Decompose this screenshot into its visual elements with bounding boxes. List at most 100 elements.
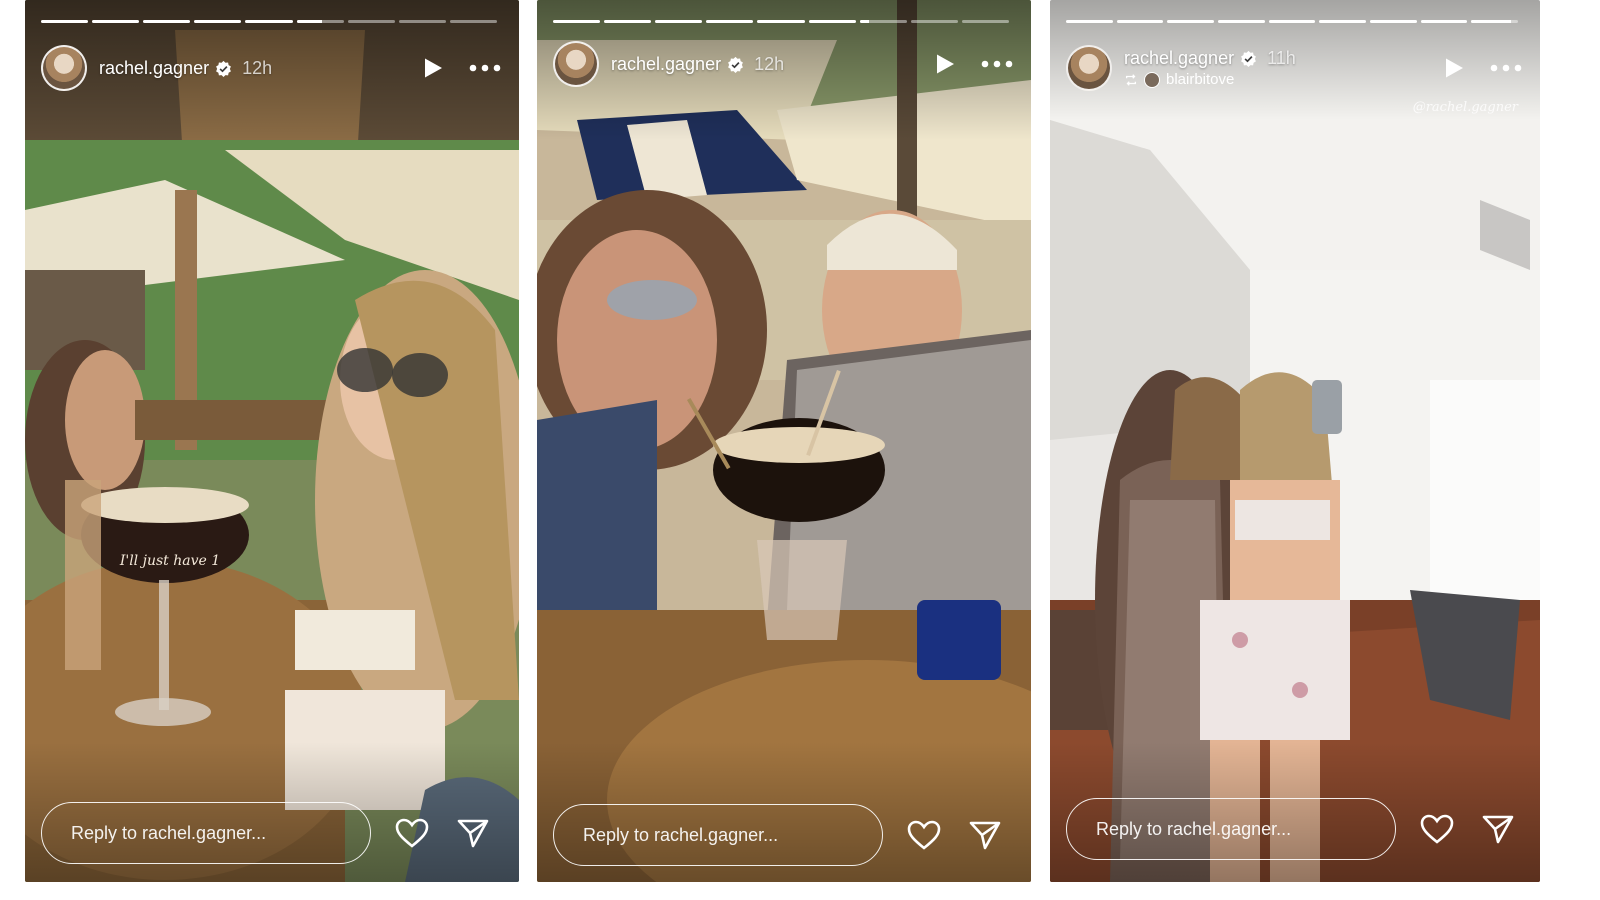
progress-fill (245, 20, 293, 23)
progress-segment (706, 20, 754, 23)
progress-segment (347, 20, 395, 23)
progress-fill (1370, 20, 1417, 23)
story-footer: Reply to rachel.gagner... (1066, 798, 1522, 860)
progress-segment (245, 20, 293, 23)
progress-fill (553, 20, 601, 23)
post-time: 12h (754, 53, 785, 74)
footer-actions (1420, 814, 1514, 844)
reply-input[interactable]: Reply to rachel.gagner... (41, 802, 371, 864)
header-controls (1444, 57, 1522, 79)
more-icon[interactable] (1490, 64, 1522, 72)
verified-badge-icon (1241, 50, 1256, 67)
post-time: 11h (1267, 48, 1296, 68)
repost-username: blairbitove (1166, 71, 1235, 88)
heart-icon[interactable] (907, 820, 941, 850)
story-card-1[interactable]: I'll just have 1 rachel.gagner 12h Reply… (25, 0, 519, 882)
progress-segment (398, 20, 446, 23)
story-card-3[interactable]: @rachel.gagner rachel.gagner 11h blairbi… (1050, 0, 1540, 882)
progress-segment (859, 20, 907, 23)
progress-segment (757, 20, 805, 23)
header-controls (423, 57, 501, 79)
avatar[interactable] (41, 45, 87, 91)
avatar[interactable] (553, 41, 599, 87)
send-icon[interactable] (457, 818, 489, 848)
play-icon[interactable] (423, 57, 443, 79)
progress-segment (1268, 20, 1316, 23)
progress-segment (655, 20, 703, 23)
progress-segment (1370, 20, 1417, 23)
verified-badge-icon (728, 56, 743, 73)
user-info: rachel.gagner 12h (611, 54, 784, 75)
drink-caption: I'll just have 1 (119, 553, 221, 569)
username[interactable]: rachel.gagner (99, 58, 209, 79)
play-icon[interactable] (1444, 57, 1464, 79)
progress-fill (1066, 20, 1113, 23)
progress-segment (449, 20, 497, 23)
heart-icon[interactable] (1420, 814, 1454, 844)
user-row: rachel.gagner 12h (611, 54, 784, 75)
progress-segment (1116, 20, 1164, 23)
footer-actions (907, 820, 1001, 850)
progress-fill (859, 20, 870, 23)
repost-attribution[interactable]: blairbitove (1124, 71, 1296, 88)
progress-segment (1066, 20, 1113, 23)
progress-fill (604, 20, 652, 23)
story-card-2[interactable]: rachel.gagner 12h Reply to rachel.gagner… (537, 0, 1031, 882)
progress-segment (1218, 20, 1265, 23)
progress-fill (143, 20, 191, 23)
story-progress-bar (553, 20, 1009, 23)
progress-fill (808, 20, 856, 23)
user-info: rachel.gagner 12h (99, 58, 272, 79)
repost-avatar (1144, 71, 1160, 88)
user-info: rachel.gagner 11h blairbitove (1124, 48, 1296, 88)
username[interactable]: rachel.gagner (611, 54, 721, 75)
story-header: rachel.gagner 11h blairbitove (1066, 44, 1522, 92)
progress-segment (808, 20, 856, 23)
progress-segment (143, 20, 191, 23)
progress-segment (194, 20, 242, 23)
more-icon[interactable] (981, 60, 1013, 68)
progress-segment (92, 20, 140, 23)
progress-fill (194, 20, 242, 23)
user-row: rachel.gagner 11h (1124, 48, 1296, 69)
progress-segment (41, 20, 89, 23)
story-footer: Reply to rachel.gagner... (41, 802, 501, 864)
story-header: rachel.gagner 12h (553, 40, 1013, 88)
progress-fill (1167, 20, 1215, 23)
reply-placeholder: Reply to rachel.gagner... (1096, 818, 1292, 839)
progress-fill (655, 20, 703, 23)
story-footer: Reply to rachel.gagner... (553, 804, 1013, 866)
mention-tag-overlay[interactable]: @rachel.gagner (1413, 100, 1518, 115)
progress-segment (910, 20, 958, 23)
repost-icon (1125, 73, 1137, 86)
progress-segment (296, 20, 344, 23)
progress-fill (1319, 20, 1367, 23)
reply-placeholder: Reply to rachel.gagner... (583, 824, 779, 845)
reply-input[interactable]: Reply to rachel.gagner... (1066, 798, 1396, 860)
progress-segment (553, 20, 601, 23)
footer-actions (395, 818, 489, 848)
progress-segment (1471, 20, 1519, 23)
progress-fill (1116, 20, 1164, 23)
progress-segment (961, 20, 1009, 23)
reply-placeholder: Reply to rachel.gagner... (71, 822, 267, 843)
header-controls (935, 53, 1013, 75)
reply-input[interactable]: Reply to rachel.gagner... (553, 804, 883, 866)
user-row: rachel.gagner 12h (99, 58, 272, 79)
progress-segment (1319, 20, 1367, 23)
avatar[interactable] (1066, 45, 1112, 91)
story-progress-bar (41, 20, 497, 23)
progress-segment (1167, 20, 1215, 23)
more-icon[interactable] (469, 64, 501, 72)
send-icon[interactable] (969, 820, 1001, 850)
post-time: 12h (242, 57, 273, 78)
play-icon[interactable] (935, 53, 955, 75)
progress-fill (1420, 20, 1468, 23)
username[interactable]: rachel.gagner (1124, 48, 1234, 69)
progress-fill (1268, 20, 1316, 23)
progress-fill (706, 20, 754, 23)
heart-icon[interactable] (395, 818, 429, 848)
verified-badge-icon (216, 60, 231, 77)
progress-fill (296, 20, 323, 23)
send-icon[interactable] (1482, 814, 1514, 844)
